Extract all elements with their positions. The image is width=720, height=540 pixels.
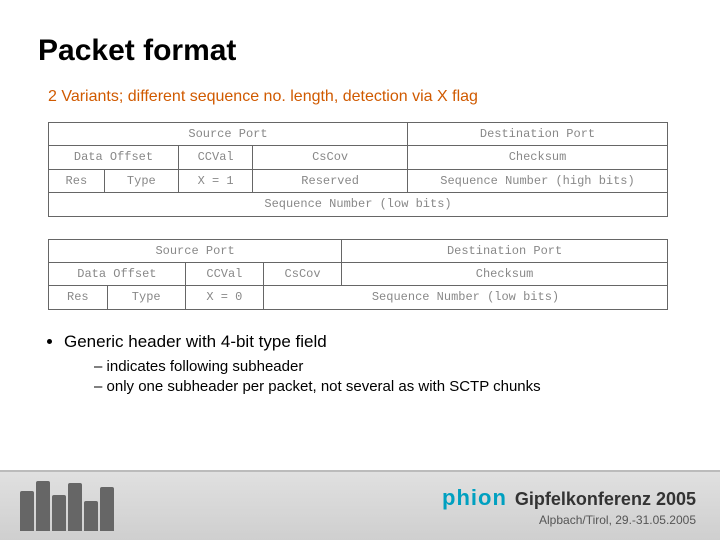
page-title: Packet format xyxy=(38,34,682,68)
footer-illustration xyxy=(0,481,114,531)
cell-res-2: Res xyxy=(49,286,108,309)
cell-res: Res xyxy=(49,169,105,192)
cell-checksum-2: Checksum xyxy=(342,262,668,285)
brand-name: phion xyxy=(442,485,507,511)
mountain-silhouette-icon xyxy=(20,491,34,531)
cell-cscov-2: CsCov xyxy=(263,262,341,285)
cell-source-port-2: Source Port xyxy=(49,239,342,262)
cell-type-2: Type xyxy=(107,286,185,309)
cell-seq-low-1: Sequence Number (low bits) xyxy=(49,193,668,216)
cell-dest-port-2: Destination Port xyxy=(342,239,668,262)
footer-branding: phion Gipfelkonferenz 2005 Alpbach/Tirol… xyxy=(442,485,720,527)
bullet-generic-header: Generic header with 4-bit type field xyxy=(64,332,682,352)
brand-location-date: Alpbach/Tirol, 29.-31.05.2005 xyxy=(442,513,696,527)
bullet-block: Generic header with 4-bit type field ind… xyxy=(44,332,682,395)
cell-xflag-1: X = 1 xyxy=(178,169,252,192)
cell-ccval-2: CCVal xyxy=(185,262,263,285)
footer-bar: phion Gipfelkonferenz 2005 Alpbach/Tirol… xyxy=(0,470,720,540)
hiker-silhouette-icon xyxy=(68,483,82,531)
hiker-silhouette-icon xyxy=(36,481,50,531)
cell-type: Type xyxy=(104,169,178,192)
variant-subtitle: 2 Variants; different sequence no. lengt… xyxy=(48,88,682,106)
packet-variant-1: Source Port Destination Port Data Offset… xyxy=(48,122,668,217)
sub-bullet-indicates: indicates following subheader xyxy=(94,358,682,375)
hiker-silhouette-icon xyxy=(84,501,98,531)
packet-variant-2: Source Port Destination Port Data Offset… xyxy=(48,239,668,310)
cell-data-offset: Data Offset xyxy=(49,146,179,169)
cell-reserved: Reserved xyxy=(253,169,408,192)
cell-ccval: CCVal xyxy=(178,146,252,169)
cell-data-offset-2: Data Offset xyxy=(49,262,186,285)
cell-dest-port: Destination Port xyxy=(407,123,667,146)
cell-seq-high: Sequence Number (high bits) xyxy=(407,169,667,192)
cell-cscov: CsCov xyxy=(253,146,408,169)
cell-checksum: Checksum xyxy=(407,146,667,169)
cell-seq-low-2: Sequence Number (low bits) xyxy=(263,286,667,309)
hiker-silhouette-icon xyxy=(100,487,114,531)
hiker-silhouette-icon xyxy=(52,495,66,531)
sub-bullet-one-subheader: only one subheader per packet, not sever… xyxy=(94,378,682,395)
cell-source-port: Source Port xyxy=(49,123,408,146)
cell-xflag-0: X = 0 xyxy=(185,286,263,309)
brand-event: Gipfelkonferenz 2005 xyxy=(515,489,696,510)
